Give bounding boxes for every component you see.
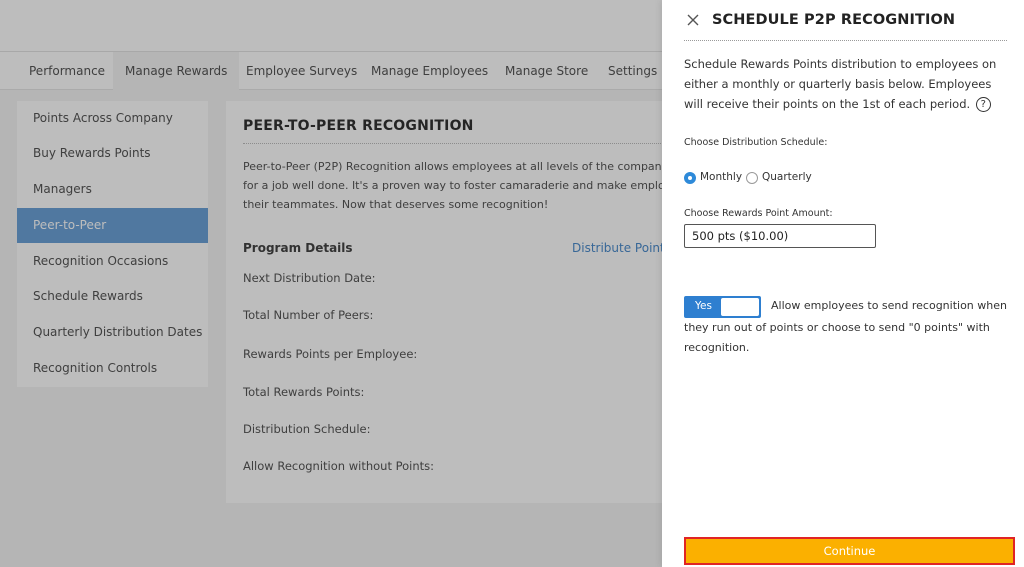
monthly-radio[interactable] [684, 172, 696, 184]
continue-button[interactable]: Continue [684, 537, 1015, 565]
quarterly-radio-label[interactable]: Quarterly [762, 171, 812, 183]
toggle-description-rest: they run out of points or choose to send… [684, 321, 990, 354]
modal-overlay[interactable] [0, 0, 662, 567]
panel-description: Schedule Rewards Points distribution to … [684, 54, 1009, 114]
panel-title-divider [684, 40, 1007, 41]
help-icon[interactable]: ? [975, 97, 991, 112]
panel-description-text: Schedule Rewards Points distribution to … [684, 57, 997, 111]
close-icon[interactable] [684, 11, 702, 29]
schedule-p2p-panel: SCHEDULE P2P RECOGNITION Schedule Reward… [662, 0, 1024, 567]
monthly-radio-label[interactable]: Monthly [700, 171, 742, 183]
toggle-knob [721, 298, 759, 316]
toggle-description-line1: Allow employees to send recognition when [771, 299, 1007, 312]
quarterly-radio[interactable] [746, 172, 758, 184]
toggle-yes-label: Yes [695, 300, 712, 312]
rewards-amount-field-label: Choose Rewards Point Amount: [684, 208, 833, 219]
rewards-amount-field[interactable] [684, 224, 876, 248]
allow-recognition-toggle[interactable]: Yes [684, 296, 761, 318]
panel-title: SCHEDULE P2P RECOGNITION [712, 12, 956, 28]
distribution-schedule-field-label: Choose Distribution Schedule: [684, 137, 828, 148]
